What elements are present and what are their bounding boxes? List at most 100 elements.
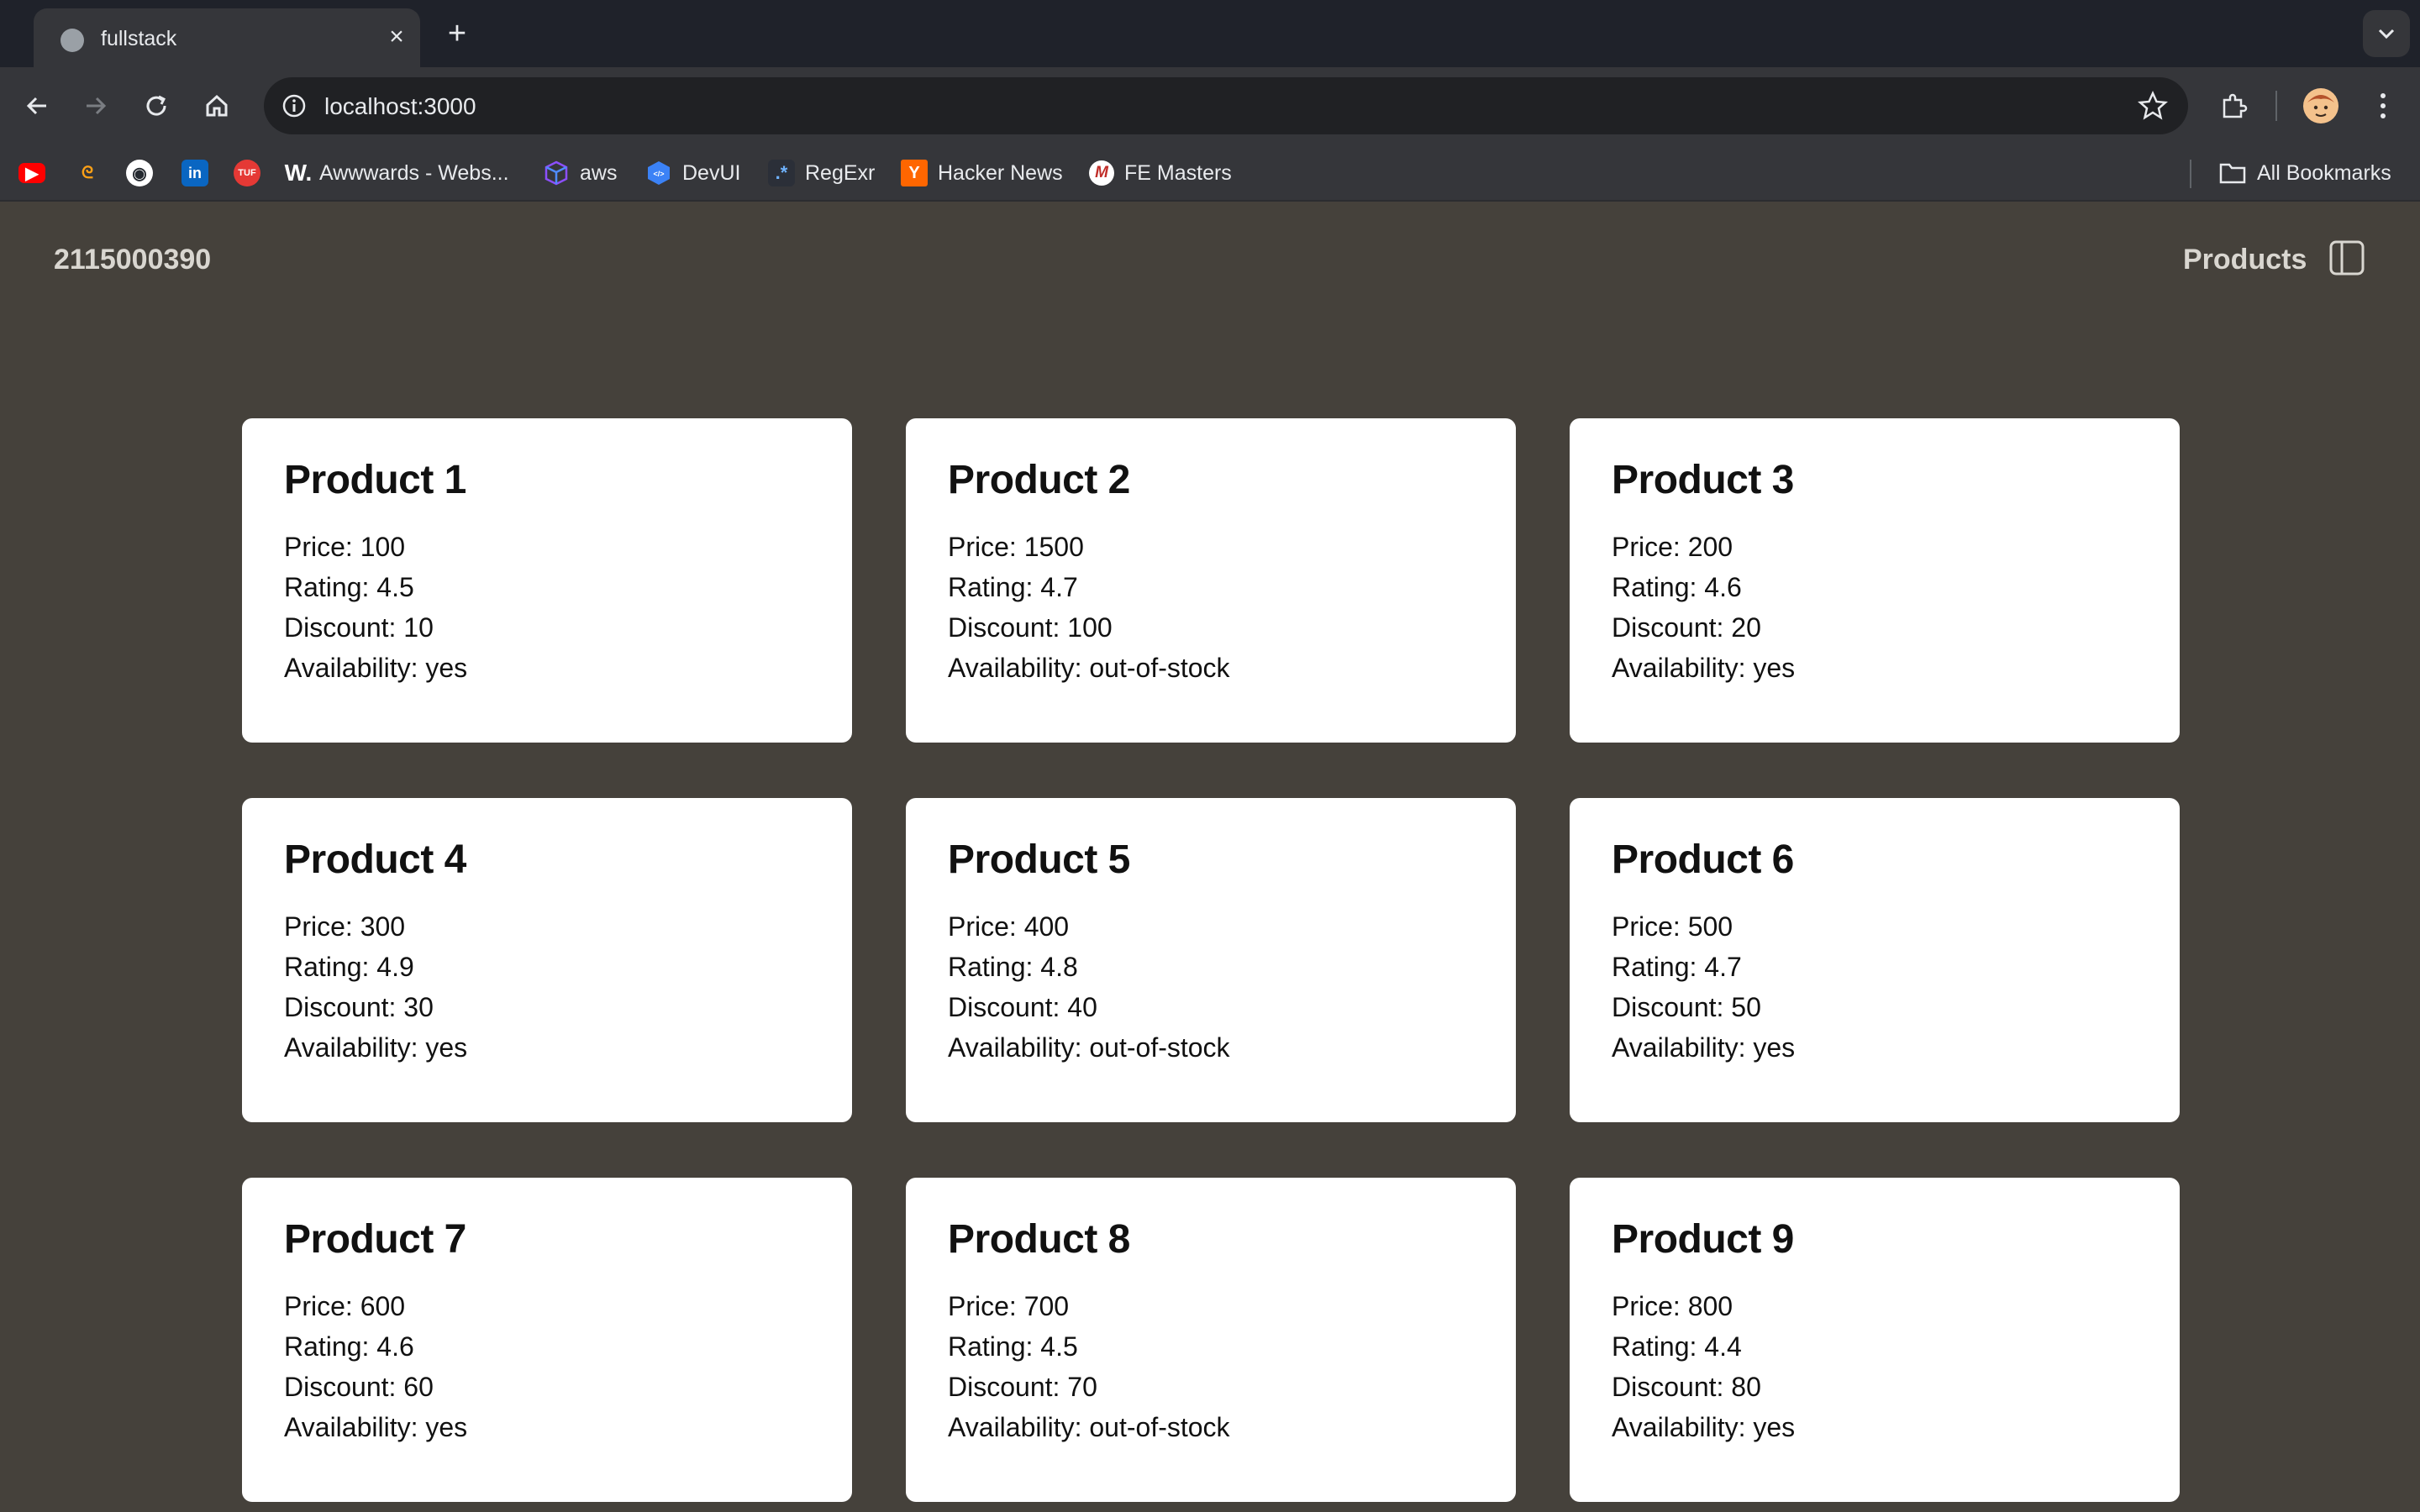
globe-icon bbox=[60, 29, 84, 52]
devui-icon: </> bbox=[648, 161, 670, 185]
product-availability: Availability: yes bbox=[1612, 1032, 1796, 1063]
chevron-down-icon bbox=[2378, 29, 2395, 39]
product-details: Price: 1500 Rating: 4.7 Discount: 100 Avail… bbox=[948, 527, 1474, 688]
bookmark-youtube[interactable]: ▶ bbox=[18, 156, 45, 190]
product-card: Product 6 Price: 500 Rating: 4.7 Discount: … bbox=[1570, 798, 2180, 1122]
browser-tabstrip: fullstack × + bbox=[0, 0, 2420, 67]
tab-search-button[interactable] bbox=[2363, 10, 2410, 57]
bookmark-label: FE Masters bbox=[1124, 160, 1232, 185]
browser-toolbar: localhost:3000 bbox=[0, 67, 2420, 144]
folder-icon bbox=[2219, 163, 2246, 184]
url-text[interactable]: localhost:3000 bbox=[324, 93, 476, 120]
home-button[interactable] bbox=[195, 84, 239, 128]
product-rating: Rating: 4.4 bbox=[1612, 1331, 1742, 1362]
linkedin-icon: in bbox=[182, 160, 208, 186]
site-title[interactable]: 2115000390 bbox=[54, 244, 211, 276]
bookmark-hacker-news[interactable]: Y Hacker News bbox=[901, 156, 1063, 190]
product-name: Product 7 bbox=[284, 1217, 466, 1262]
site-header: 2115000390 Products bbox=[0, 202, 2420, 314]
product-price: Price: 500 bbox=[1612, 911, 1733, 942]
bookmark-label: Hacker News bbox=[938, 160, 1063, 185]
tab-title: fullstack bbox=[101, 27, 177, 50]
product-card: Product 2 Price: 1500 Rating: 4.7 Discount:… bbox=[906, 418, 1516, 743]
product-price: Price: 200 bbox=[1612, 532, 1733, 562]
product-price: Price: 800 bbox=[1612, 1291, 1733, 1321]
bookmark-label: Awwwards - Webs... bbox=[319, 160, 509, 185]
kebab-menu-icon bbox=[2381, 93, 2386, 118]
nav-link-products[interactable]: Products bbox=[2183, 244, 2307, 276]
tuf-icon: TUF bbox=[234, 160, 260, 186]
extensions-button[interactable] bbox=[2212, 84, 2255, 128]
product-price: Price: 300 bbox=[284, 911, 406, 942]
product-card: Product 9 Price: 800 Rating: 4.4 Discount: … bbox=[1570, 1178, 2180, 1502]
product-discount: Discount: 50 bbox=[1612, 992, 1761, 1022]
bookmark-fe-masters[interactable]: M FE Masters bbox=[1089, 156, 1232, 190]
github-icon: ◉ bbox=[126, 160, 153, 186]
product-grid: Product 1 Price: 100 Rating: 4.5 Discount: … bbox=[242, 418, 2180, 1502]
product-discount: Discount: 80 bbox=[1612, 1372, 1761, 1402]
regexr-icon: .* bbox=[768, 160, 795, 186]
bookmark-github[interactable]: ◉ bbox=[126, 156, 153, 190]
product-name: Product 9 bbox=[1612, 1217, 1794, 1262]
product-discount: Discount: 40 bbox=[948, 992, 1097, 1022]
product-rating: Rating: 4.8 bbox=[948, 952, 1078, 982]
bookmark-awwwards[interactable]: W. Awwwards - Webs... bbox=[284, 156, 509, 190]
address-bar[interactable]: localhost:3000 bbox=[264, 77, 2188, 134]
browser-tab[interactable]: fullstack × bbox=[34, 8, 420, 67]
product-rating: Rating: 4.5 bbox=[284, 572, 414, 602]
reload-icon bbox=[146, 95, 166, 116]
back-button[interactable] bbox=[15, 84, 59, 128]
new-tab-button[interactable]: + bbox=[439, 15, 476, 52]
forward-button[interactable] bbox=[74, 84, 118, 128]
sidebar-toggle-icon[interactable] bbox=[2328, 239, 2366, 277]
bookmark-aws[interactable]: aws bbox=[543, 156, 617, 190]
bookmarks-bar: ▶ ᘓ ◉ in TUF W. Awwwards - Webs... aws <… bbox=[0, 144, 2420, 202]
product-availability: Availability: yes bbox=[1612, 653, 1796, 683]
bookmark-devui[interactable]: </> DevUI bbox=[645, 156, 740, 190]
product-details: Price: 100 Rating: 4.5 Discount: 10 Availab… bbox=[284, 527, 810, 688]
bookmark-tuf[interactable]: TUF bbox=[234, 156, 260, 190]
hacker-news-icon: Y bbox=[901, 160, 928, 186]
aws-cube-icon bbox=[544, 160, 568, 186]
profile-button[interactable] bbox=[2299, 84, 2343, 128]
product-discount: Discount: 70 bbox=[948, 1372, 1097, 1402]
product-card: Product 8 Price: 700 Rating: 4.5 Discount: … bbox=[906, 1178, 1516, 1502]
product-availability: Availability: yes bbox=[1612, 1412, 1796, 1442]
all-bookmarks-label: All Bookmarks bbox=[2257, 160, 2391, 185]
product-details: Price: 400 Rating: 4.8 Discount: 40 Availab… bbox=[948, 906, 1474, 1068]
bookmark-leetcode[interactable]: ᘓ bbox=[74, 156, 101, 190]
awwwards-icon: W. bbox=[284, 160, 313, 186]
product-availability: Availability: out-of-stock bbox=[948, 1032, 1230, 1063]
product-name: Product 5 bbox=[948, 837, 1130, 882]
bookmark-regexr[interactable]: .* RegExr bbox=[768, 156, 875, 190]
product-card: Product 4 Price: 300 Rating: 4.9 Discount: … bbox=[242, 798, 852, 1122]
info-icon[interactable] bbox=[279, 91, 309, 121]
product-name: Product 8 bbox=[948, 1217, 1130, 1262]
all-bookmarks-button[interactable]: All Bookmarks bbox=[2218, 156, 2391, 190]
puzzle-icon bbox=[2223, 93, 2248, 118]
product-card: Product 7 Price: 600 Rating: 4.6 Discount: … bbox=[242, 1178, 852, 1502]
menu-button[interactable] bbox=[2361, 84, 2405, 128]
product-price: Price: 700 bbox=[948, 1291, 1070, 1321]
bookmark-label: aws bbox=[580, 160, 618, 185]
product-details: Price: 600 Rating: 4.6 Discount: 60 Availab… bbox=[284, 1286, 810, 1447]
youtube-icon: ▶ bbox=[18, 163, 45, 183]
product-price: Price: 1500 bbox=[948, 532, 1084, 562]
close-icon[interactable]: × bbox=[380, 20, 413, 54]
product-details: Price: 300 Rating: 4.9 Discount: 30 Availab… bbox=[284, 906, 810, 1068]
product-rating: Rating: 4.7 bbox=[948, 572, 1078, 602]
product-details: Price: 500 Rating: 4.7 Discount: 50 Availab… bbox=[1612, 906, 2138, 1068]
product-availability: Availability: yes bbox=[284, 1412, 468, 1442]
product-availability: Availability: out-of-stock bbox=[948, 1412, 1230, 1442]
reload-button[interactable] bbox=[134, 84, 178, 128]
bookmark-linkedin[interactable]: in bbox=[182, 156, 208, 190]
star-icon[interactable] bbox=[2136, 89, 2170, 123]
product-discount: Discount: 100 bbox=[948, 612, 1113, 643]
bookmark-label: DevUI bbox=[682, 160, 741, 185]
svg-text:</>: </> bbox=[653, 170, 664, 178]
avatar bbox=[2303, 88, 2338, 123]
product-name: Product 4 bbox=[284, 837, 466, 882]
product-name: Product 3 bbox=[1612, 458, 1794, 502]
product-details: Price: 800 Rating: 4.4 Discount: 80 Availab… bbox=[1612, 1286, 2138, 1447]
product-price: Price: 400 bbox=[948, 911, 1070, 942]
